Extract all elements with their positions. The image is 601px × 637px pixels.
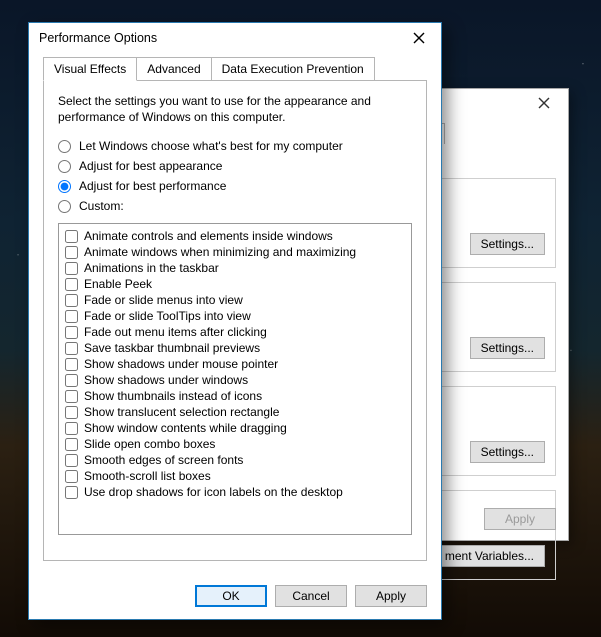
radio-label: Adjust for best appearance bbox=[79, 159, 222, 173]
effect-checkbox[interactable] bbox=[65, 422, 78, 435]
radio-label: Let Windows choose what's best for my co… bbox=[79, 139, 343, 153]
effect-label: Fade or slide ToolTips into view bbox=[84, 309, 251, 323]
radio-r2[interactable]: Adjust for best appearance bbox=[58, 159, 412, 173]
effect-checkbox[interactable] bbox=[65, 358, 78, 371]
effect-label: Fade or slide menus into view bbox=[84, 293, 243, 307]
effect-label: Smooth edges of screen fonts bbox=[84, 453, 243, 467]
settings-button-1[interactable]: Settings... bbox=[470, 337, 545, 359]
close-button[interactable] bbox=[397, 24, 441, 52]
tabstrip: Visual EffectsAdvancedData Execution Pre… bbox=[43, 57, 427, 81]
radio-input[interactable] bbox=[58, 140, 71, 153]
effect-checkbox[interactable] bbox=[65, 438, 78, 451]
effect-label: Slide open combo boxes bbox=[84, 437, 215, 451]
effect-label: Show shadows under windows bbox=[84, 373, 248, 387]
effect-checkbox[interactable] bbox=[65, 454, 78, 467]
effect-label: Use drop shadows for icon labels on the … bbox=[84, 485, 343, 499]
ok-button[interactable]: OK bbox=[195, 585, 267, 607]
radio-r1[interactable]: Let Windows choose what's best for my co… bbox=[58, 139, 412, 153]
close-icon bbox=[538, 97, 550, 109]
settings-button-2[interactable]: Settings... bbox=[470, 441, 545, 463]
radio-label: Adjust for best performance bbox=[79, 179, 226, 193]
effect-item[interactable]: Smooth-scroll list boxes bbox=[65, 468, 405, 484]
effect-item[interactable]: Animate windows when minimizing and maxi… bbox=[65, 244, 405, 260]
effect-label: Save taskbar thumbnail previews bbox=[84, 341, 260, 355]
effect-label: Fade out menu items after clicking bbox=[84, 325, 267, 339]
effect-checkbox[interactable] bbox=[65, 390, 78, 403]
dialog-buttons: OK Cancel Apply bbox=[29, 573, 441, 619]
close-icon bbox=[413, 32, 425, 44]
effect-label: Animate controls and elements inside win… bbox=[84, 229, 333, 243]
effect-item[interactable]: Show thumbnails instead of icons bbox=[65, 388, 405, 404]
effect-item[interactable]: Show shadows under windows bbox=[65, 372, 405, 388]
effect-checkbox[interactable] bbox=[65, 278, 78, 291]
effect-item[interactable]: Save taskbar thumbnail previews bbox=[65, 340, 405, 356]
performance-options-dialog: Performance Options Visual EffectsAdvanc… bbox=[28, 22, 442, 620]
effect-label: Smooth-scroll list boxes bbox=[84, 469, 211, 483]
effect-item[interactable]: Show window contents while dragging bbox=[65, 420, 405, 436]
effect-label: Enable Peek bbox=[84, 277, 152, 291]
effect-checkbox[interactable] bbox=[65, 310, 78, 323]
effect-item[interactable]: Animations in the taskbar bbox=[65, 260, 405, 276]
effect-item[interactable]: Slide open combo boxes bbox=[65, 436, 405, 452]
effect-label: Animations in the taskbar bbox=[84, 261, 219, 275]
effect-checkbox[interactable] bbox=[65, 342, 78, 355]
effect-item[interactable]: Fade out menu items after clicking bbox=[65, 324, 405, 340]
radio-r3[interactable]: Adjust for best performance bbox=[58, 179, 412, 193]
tab-visual-effects[interactable]: Visual Effects bbox=[43, 57, 137, 81]
tab-panel-visual-effects: Select the settings you want to use for … bbox=[43, 80, 427, 561]
effect-item[interactable]: Fade or slide menus into view bbox=[65, 292, 405, 308]
effect-label: Show shadows under mouse pointer bbox=[84, 357, 278, 371]
tab-advanced[interactable]: Advanced bbox=[136, 57, 211, 81]
effect-checkbox[interactable] bbox=[65, 262, 78, 275]
effect-label: Show translucent selection rectangle bbox=[84, 405, 279, 419]
cancel-button[interactable]: Cancel bbox=[275, 585, 347, 607]
window-title: Performance Options bbox=[39, 31, 157, 45]
effect-checkbox[interactable] bbox=[65, 326, 78, 339]
effect-item[interactable]: Show shadows under mouse pointer bbox=[65, 356, 405, 372]
apply-button[interactable]: Apply bbox=[355, 585, 427, 607]
radio-input[interactable] bbox=[58, 160, 71, 173]
settings-button-0[interactable]: Settings... bbox=[470, 233, 545, 255]
close-button[interactable] bbox=[526, 92, 562, 114]
effect-label: Animate windows when minimizing and maxi… bbox=[84, 245, 356, 259]
tab-data-execution-prevention[interactable]: Data Execution Prevention bbox=[211, 57, 375, 81]
effect-checkbox[interactable] bbox=[65, 294, 78, 307]
instruction-text: Select the settings you want to use for … bbox=[58, 93, 412, 125]
radio-r4[interactable]: Custom: bbox=[58, 199, 412, 213]
effect-checkbox[interactable] bbox=[65, 486, 78, 499]
effect-checkbox[interactable] bbox=[65, 246, 78, 259]
effect-item[interactable]: Animate controls and elements inside win… bbox=[65, 228, 405, 244]
effect-item[interactable]: Smooth edges of screen fonts bbox=[65, 452, 405, 468]
effects-checklist[interactable]: Animate controls and elements inside win… bbox=[58, 223, 412, 535]
radio-input[interactable] bbox=[58, 200, 71, 213]
titlebar: Performance Options bbox=[29, 23, 441, 53]
effect-checkbox[interactable] bbox=[65, 230, 78, 243]
effect-label: Show window contents while dragging bbox=[84, 421, 287, 435]
env-variables-button[interactable]: ment Variables... bbox=[434, 545, 545, 567]
apply-button-back[interactable]: Apply bbox=[484, 508, 556, 530]
effect-item[interactable]: Fade or slide ToolTips into view bbox=[65, 308, 405, 324]
effect-checkbox[interactable] bbox=[65, 406, 78, 419]
effect-item[interactable]: Use drop shadows for icon labels on the … bbox=[65, 484, 405, 500]
effect-checkbox[interactable] bbox=[65, 470, 78, 483]
radio-input[interactable] bbox=[58, 180, 71, 193]
effect-checkbox[interactable] bbox=[65, 374, 78, 387]
effect-label: Show thumbnails instead of icons bbox=[84, 389, 262, 403]
effect-item[interactable]: Show translucent selection rectangle bbox=[65, 404, 405, 420]
effect-item[interactable]: Enable Peek bbox=[65, 276, 405, 292]
radio-label: Custom: bbox=[79, 199, 124, 213]
